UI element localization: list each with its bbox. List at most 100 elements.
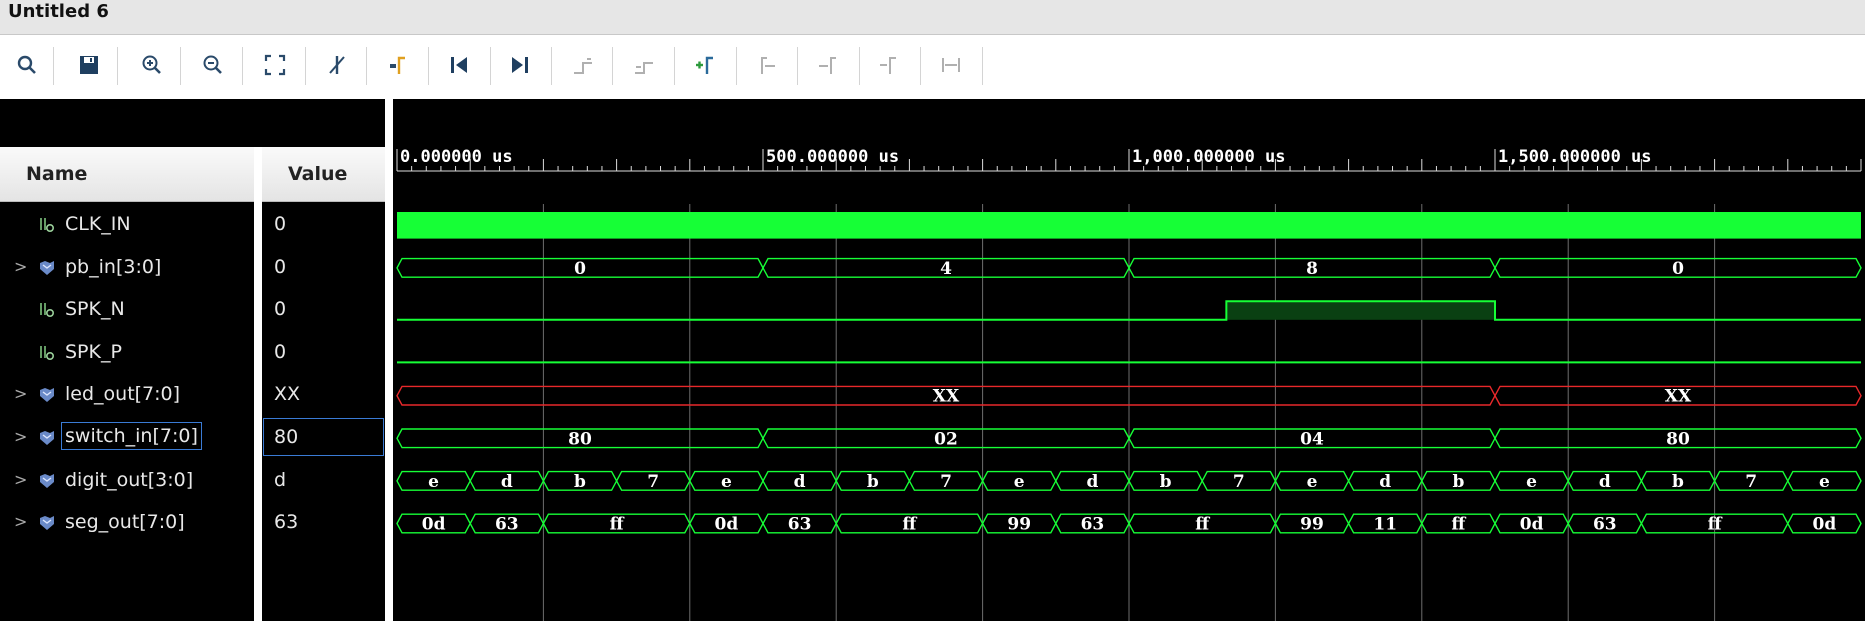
add-marker-icon[interactable] (692, 52, 718, 78)
signal-row[interactable]: > switch_in[7:0] (0, 417, 254, 457)
cursor-off-icon[interactable] (324, 52, 350, 78)
signal-row[interactable]: SPK_N (0, 289, 254, 329)
bus-value-label: e (428, 472, 439, 492)
bus-value-label: 04 (1300, 429, 1324, 449)
signal-row[interactable]: > pb_in[3:0] (0, 247, 254, 287)
name-column-header[interactable]: Name (0, 147, 254, 202)
panel-spacer (0, 99, 385, 147)
zoom-out-icon[interactable] (200, 52, 226, 78)
bus-value-label: 63 (788, 515, 812, 535)
zoom-in-icon[interactable] (139, 52, 165, 78)
bus-value-label: 80 (568, 429, 592, 449)
previous-transition-icon[interactable] (570, 52, 596, 78)
save-icon[interactable] (76, 52, 102, 78)
signal-value-cell[interactable]: d (262, 460, 385, 500)
waveform-toolbar (0, 35, 1865, 96)
bus-signal-icon (38, 514, 56, 532)
bus-signal-icon (38, 259, 56, 277)
bus-value-label: d (794, 472, 806, 492)
signal-value-cell[interactable]: XX (262, 374, 385, 414)
search-icon[interactable] (14, 52, 40, 78)
bus-value-label: ff (1708, 515, 1723, 535)
bus-value-label: d (1599, 472, 1611, 492)
bus-value-label: 99 (1007, 515, 1031, 535)
bus-value-label: b (574, 472, 586, 492)
waveform-canvas[interactable]: 0.000000 us 500.000000 us 1,000.000000 us 1… (393, 99, 1865, 621)
expand-chevron-icon[interactable]: > (14, 427, 27, 446)
signal-name: CLK_IN (65, 213, 131, 235)
ruler-label: 500.000000 us (766, 147, 899, 167)
bus-signal-icon (38, 429, 56, 447)
signal-value-cell[interactable]: 63 (262, 502, 385, 542)
signal-value-cell[interactable]: 0 (262, 332, 385, 372)
zoom-fit-icon[interactable] (262, 52, 288, 78)
bus-value-label: 7 (940, 472, 952, 492)
bus-signal-icon (38, 386, 56, 404)
bus-value-label: 99 (1300, 515, 1324, 535)
bus-value-label: e (1526, 472, 1537, 492)
signal-value-cell[interactable]: 0 (262, 289, 385, 329)
signal-value: 80 (274, 426, 299, 448)
signal-value: 0 (274, 340, 287, 363)
signal-name: SPK_N (65, 298, 125, 321)
signal-value-cell[interactable]: 80 (262, 417, 385, 457)
bus-value-label: e (721, 472, 732, 492)
clock-waveform (397, 212, 1861, 239)
previous-marker-icon[interactable] (754, 52, 780, 78)
next-marker-icon[interactable] (815, 52, 841, 78)
swap-cursors-icon[interactable] (876, 52, 902, 78)
signal-value: 0 (274, 255, 287, 278)
signal-value-cell[interactable]: 0 (262, 204, 385, 244)
next-transition-icon[interactable] (631, 52, 657, 78)
bus-value-label: b (1160, 472, 1172, 492)
bus-value-label: 0d (1520, 515, 1544, 535)
bus-value-label: b (1452, 472, 1464, 492)
name-header-label: Name (26, 163, 88, 185)
scalar-signal-icon (38, 344, 56, 362)
expand-chevron-icon[interactable]: > (14, 470, 27, 489)
signal-name: switch_in[7:0] (61, 422, 202, 450)
scalar-signal-icon (38, 301, 56, 319)
bus-value-label: 0 (574, 259, 586, 279)
bus-value-label: 0d (715, 515, 739, 535)
bus-value-label: d (1379, 472, 1391, 492)
go-to-last-time-icon[interactable] (507, 52, 533, 78)
bus-value-label: XX (1665, 387, 1692, 407)
bus-value-label: XX (933, 387, 960, 407)
go-to-cursor-icon[interactable] (385, 52, 411, 78)
window-titlebar: Untitled 6 (0, 0, 1865, 35)
value-column-header[interactable]: Value (262, 147, 385, 202)
bus-value-label: 7 (1233, 472, 1245, 492)
ruler-label: 1,000.000000 us (1132, 147, 1286, 167)
expand-chevron-icon[interactable]: > (14, 384, 27, 403)
go-to-time-0-icon[interactable] (446, 52, 472, 78)
waveform-viewer[interactable]: 0.000000 us 500.000000 us 1,000.000000 us 1… (393, 99, 1865, 621)
window-title: Untitled 6 (8, 1, 109, 22)
bus-value-label: 63 (495, 515, 519, 535)
pane-splitter[interactable] (385, 99, 393, 621)
bus-value-label: 63 (1593, 515, 1617, 535)
signal-row[interactable]: CLK_IN (0, 204, 254, 244)
fix-cursor-icon[interactable] (938, 52, 964, 78)
bus-value-label: 0d (1813, 515, 1837, 535)
signal-row[interactable]: SPK_P (0, 332, 254, 372)
signal-row[interactable]: > digit_out[3:0] (0, 460, 254, 500)
signal-name: digit_out[3:0] (65, 468, 194, 491)
signal-value-cell[interactable]: 0 (262, 247, 385, 287)
signal-row[interactable]: > led_out[7:0] (0, 374, 254, 414)
signal-value: d (274, 468, 287, 491)
value-header-label: Value (288, 163, 348, 185)
column-splitter[interactable] (254, 147, 262, 621)
signal-value: 0 (274, 298, 287, 321)
signal-value: 0 (274, 213, 287, 235)
bus-value-label: e (1307, 472, 1318, 492)
signal-name: seg_out[7:0] (65, 511, 185, 534)
bus-value-label: 11 (1373, 515, 1397, 535)
bus-value-label: 02 (934, 429, 958, 449)
bus-value-label: ff (902, 515, 917, 535)
expand-chevron-icon[interactable]: > (14, 512, 27, 531)
bus-value-label: e (1819, 472, 1830, 492)
signal-row[interactable]: > seg_out[7:0] (0, 502, 254, 542)
signal-value: 63 (274, 511, 299, 534)
expand-chevron-icon[interactable]: > (14, 257, 27, 276)
